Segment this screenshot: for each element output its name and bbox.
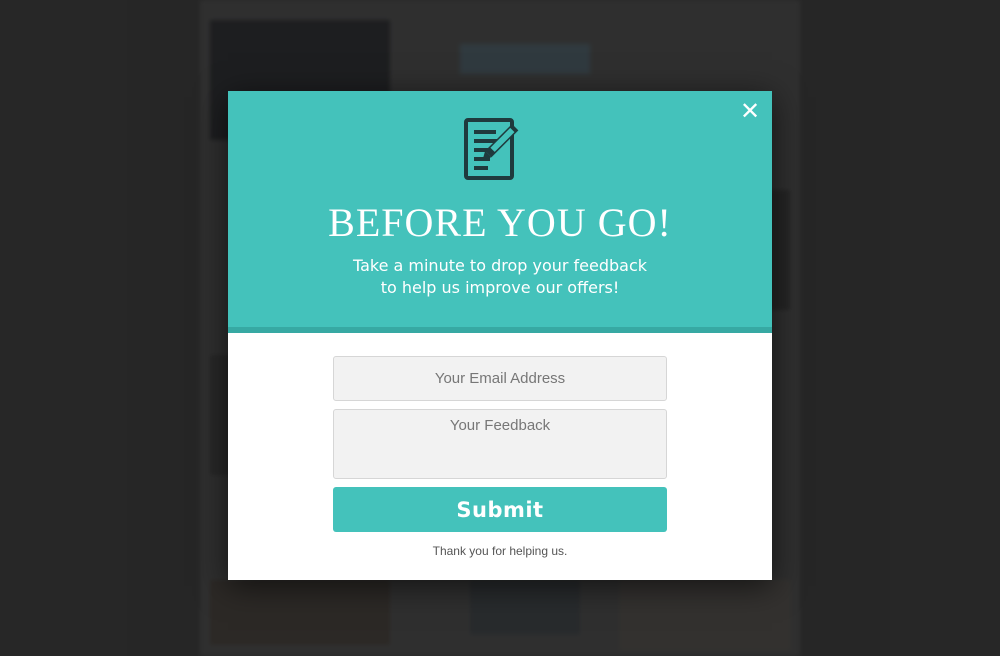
subtitle-line: Take a minute to drop your feedback	[352, 256, 648, 275]
modal-header: ✕ BEFORE YOU GO! Take a minute to drop y…	[228, 91, 772, 333]
subtitle-line: to help us improve our offers!	[380, 278, 620, 297]
email-field[interactable]	[333, 356, 667, 401]
feedback-field[interactable]	[333, 409, 667, 479]
thank-you-message: Thank you for helping us.	[432, 544, 568, 558]
close-button[interactable]: ✕	[738, 99, 762, 123]
modal-title: BEFORE YOU GO!	[328, 200, 672, 245]
feedback-modal: ✕ BEFORE YOU GO! Take a minute to drop y…	[228, 91, 772, 580]
modal-subtitle: Take a minute to drop your feedback to h…	[228, 255, 772, 299]
submit-button[interactable]: Submit	[333, 487, 667, 532]
form-with-pencil-icon	[464, 118, 519, 180]
close-icon[interactable]: ✕	[740, 97, 760, 125]
